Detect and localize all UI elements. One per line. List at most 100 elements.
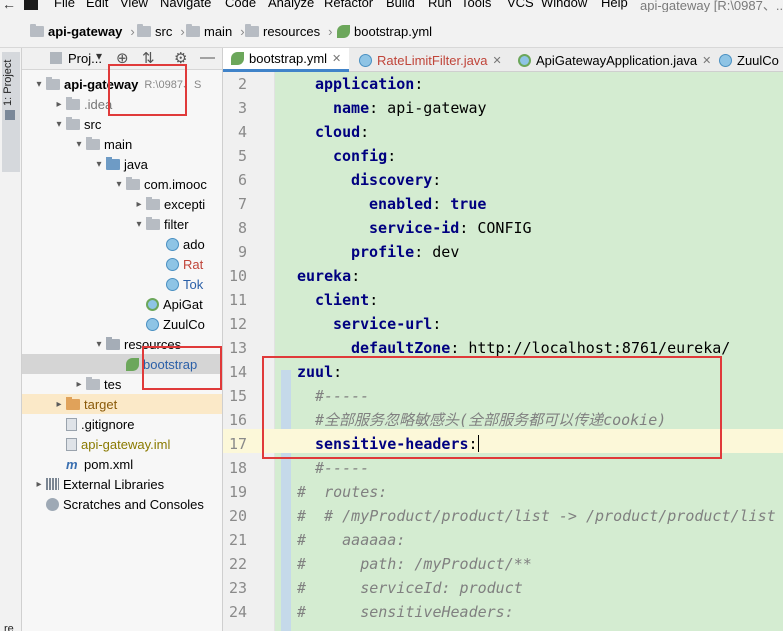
- tab-zuulconfig[interactable]: ZuulCo: [711, 48, 783, 72]
- editor-tab-bar: bootstrap.yml ✕ RateLimitFilter.java ✕ A…: [223, 48, 783, 72]
- code-line[interactable]: 22 # path: /myProduct/**: [223, 552, 783, 576]
- tree-item[interactable]: ▸ excepti: [22, 194, 222, 214]
- menu-vcs[interactable]: VCS: [507, 0, 534, 10]
- menu-edit[interactable]: Edit: [86, 0, 108, 10]
- chevron-down-icon[interactable]: ▾: [92, 339, 106, 350]
- tree-item[interactable]: Tok: [22, 274, 222, 294]
- menu-run[interactable]: Run: [428, 0, 452, 10]
- file-icon: [66, 437, 77, 451]
- menu-help[interactable]: Help: [601, 0, 628, 10]
- tree-item[interactable]: ▸ External Libraries: [22, 474, 222, 494]
- code-line[interactable]: 21 # aaaaaa:: [223, 528, 783, 552]
- chevron-right-icon[interactable]: ▸: [32, 479, 46, 490]
- chevron-right-icon[interactable]: ▸: [132, 199, 146, 210]
- breadcrumb-item-resources[interactable]: resources ›: [245, 22, 332, 40]
- code-text: # serviceId: product: [297, 579, 523, 597]
- chevron-down-icon[interactable]: ▾: [96, 49, 102, 63]
- code-text: eureka:: [297, 267, 361, 285]
- maven-icon: m: [66, 456, 78, 472]
- code-line[interactable]: 12 service-url:: [223, 312, 783, 336]
- menu-view[interactable]: View: [120, 0, 148, 10]
- breadcrumb-item-src[interactable]: src ›: [137, 22, 185, 40]
- code-line[interactable]: 19 # routes:: [223, 480, 783, 504]
- line-number: 11: [228, 291, 247, 309]
- menu-navigate[interactable]: Navigate: [160, 0, 211, 10]
- java-class-icon: [166, 257, 179, 271]
- menu-code[interactable]: Code: [225, 0, 256, 10]
- tree-item-label: Tok: [183, 276, 204, 292]
- code-line[interactable]: 9 profile: dev: [223, 240, 783, 264]
- code-line[interactable]: 8 service-id: CONFIG: [223, 216, 783, 240]
- line-number: 21: [228, 531, 247, 549]
- chevron-right-icon[interactable]: ▸: [52, 399, 66, 410]
- tab-bootstrap-yml[interactable]: bootstrap.yml ✕: [223, 48, 350, 72]
- chevron-down-icon[interactable]: ▾: [112, 179, 126, 190]
- code-line[interactable]: 11 client:: [223, 288, 783, 312]
- code-line[interactable]: 23 # serviceId: product: [223, 576, 783, 600]
- chevron-down-icon[interactable]: ▾: [132, 219, 146, 230]
- folder-icon: [146, 216, 160, 230]
- chevron-down-icon[interactable]: ▾: [52, 119, 66, 130]
- back-arrow-icon[interactable]: ←: [2, 0, 16, 12]
- tree-item[interactable]: ZuulCo: [22, 314, 222, 334]
- breadcrumb-separator-icon: ›: [240, 23, 245, 39]
- code-text: config:: [333, 147, 397, 165]
- code-text: service-url:: [333, 315, 442, 333]
- breadcrumb-item-file[interactable]: bootstrap.yml: [337, 22, 432, 40]
- spring-boot-class-icon: [146, 297, 159, 311]
- code-line[interactable]: 18 #-----: [223, 456, 783, 480]
- tree-item[interactable]: m pom.xml: [22, 454, 222, 474]
- code-line[interactable]: 4 cloud:: [223, 120, 783, 144]
- line-number: 14: [228, 363, 247, 381]
- close-icon[interactable]: ✕: [332, 52, 341, 65]
- hide-panel-icon[interactable]: —: [200, 49, 215, 66]
- tree-item[interactable]: ▾ java: [22, 154, 222, 174]
- tree-item[interactable]: Scratches and Consoles: [22, 494, 222, 514]
- tree-item[interactable]: .gitignore: [22, 414, 222, 434]
- menu-file[interactable]: File: [54, 0, 75, 10]
- menu-window[interactable]: Window: [541, 0, 587, 10]
- project-tool-tab-label: 1: Project: [2, 59, 14, 106]
- tree-item[interactable]: ▾ filter: [22, 214, 222, 234]
- tree-item[interactable]: ▾ src: [22, 114, 222, 134]
- structure-tool-tab-label[interactable]: re: [4, 623, 14, 631]
- menu-analyze[interactable]: Analyze: [268, 0, 314, 10]
- menu-build[interactable]: Build: [386, 0, 415, 10]
- code-line[interactable]: 20 # # /myProduct/product/list -> /produc…: [223, 504, 783, 528]
- breadcrumb-item-project[interactable]: api-gateway ›: [30, 22, 135, 40]
- code-line[interactable]: 5 config:: [223, 144, 783, 168]
- folder-icon: [66, 96, 80, 110]
- code-line[interactable]: 24 # sensitiveHeaders:: [223, 600, 783, 624]
- annotation-box-idea: [108, 64, 187, 116]
- code-line[interactable]: 2 application:: [223, 72, 783, 96]
- tree-item[interactable]: ado: [22, 234, 222, 254]
- line-number: 10: [228, 267, 247, 285]
- chevron-down-icon[interactable]: ▾: [72, 139, 86, 150]
- menu-tools[interactable]: Tools: [461, 0, 491, 10]
- chevron-right-icon[interactable]: ▸: [52, 99, 66, 110]
- tree-item[interactable]: ApiGat: [22, 294, 222, 314]
- chevron-down-icon[interactable]: ▾: [92, 159, 106, 170]
- close-icon[interactable]: ✕: [493, 54, 502, 67]
- menu-refactor[interactable]: Refactor: [324, 0, 373, 10]
- close-icon[interactable]: ✕: [702, 54, 711, 67]
- code-line[interactable]: 6 discovery:: [223, 168, 783, 192]
- tab-apigatewayapplication[interactable]: ApiGatewayApplication.java ✕: [510, 48, 719, 72]
- code-line[interactable]: 3 name: api-gateway: [223, 96, 783, 120]
- tree-item[interactable]: api-gateway.iml: [22, 434, 222, 454]
- folder-icon: [30, 23, 44, 37]
- code-line[interactable]: 10 eureka:: [223, 264, 783, 288]
- code-line[interactable]: 7 enabled: true: [223, 192, 783, 216]
- code-text: #-----: [315, 459, 370, 477]
- code-text: # sensitiveHeaders:: [297, 603, 514, 621]
- breadcrumb-item-main[interactable]: main ›: [186, 22, 245, 40]
- chevron-right-icon[interactable]: ▸: [72, 379, 86, 390]
- tab-ratelimitfilter[interactable]: RateLimitFilter.java ✕: [351, 48, 510, 72]
- tree-item[interactable]: ▾ main: [22, 134, 222, 154]
- chevron-down-icon[interactable]: ▾: [32, 79, 46, 90]
- line-number: 2: [237, 75, 247, 93]
- tree-item[interactable]: ▾ com.imooc: [22, 174, 222, 194]
- tree-item[interactable]: Rat: [22, 254, 222, 274]
- code-text: # path: /myProduct/**: [297, 555, 532, 573]
- tree-item[interactable]: ▸ target: [22, 394, 222, 414]
